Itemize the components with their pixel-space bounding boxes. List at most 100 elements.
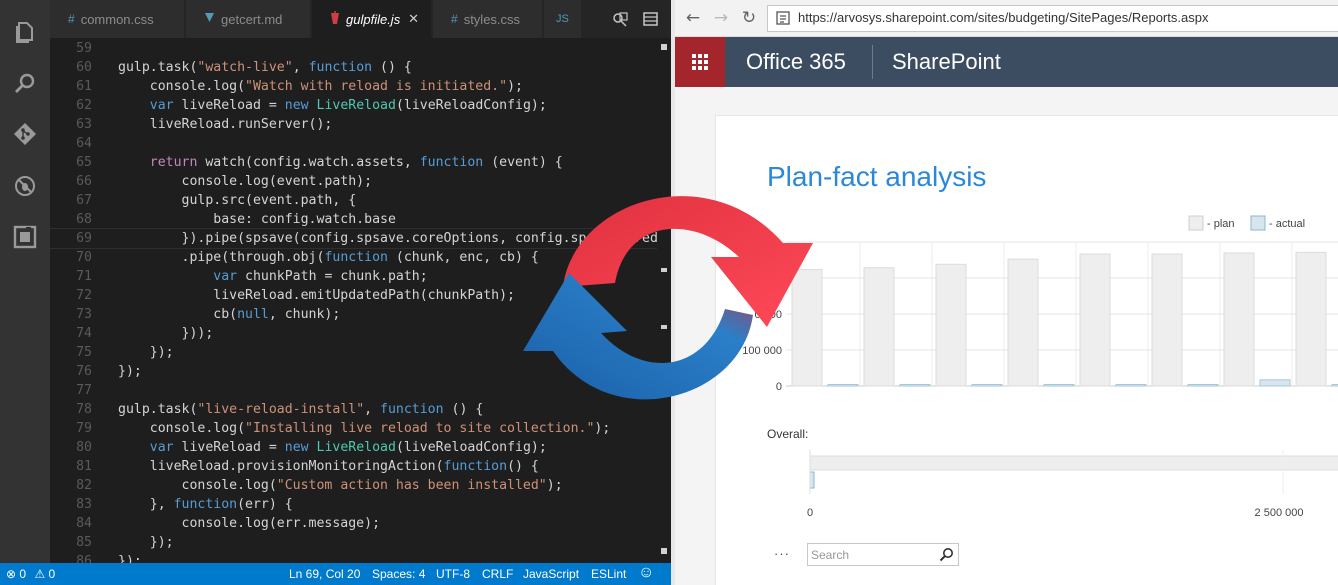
code-line[interactable]: 60 gulp.task("watch-live", function () { <box>50 58 662 77</box>
code-text: var liveReload = new LiveReload(liveRelo… <box>118 96 547 115</box>
js-file-icon: JS <box>556 13 569 25</box>
code-line[interactable]: 62 var liveReload = new LiveReload(liveR… <box>50 96 662 115</box>
code-text: })); <box>118 324 214 343</box>
code-line[interactable]: 64 <box>50 134 662 153</box>
line-number: 65 <box>76 155 92 170</box>
code-token: }); <box>118 554 142 563</box>
cursor-position[interactable]: Ln 69, Col 20 <box>289 567 360 581</box>
code-token: , chunk); <box>268 307 341 322</box>
error-icon: ⊗ <box>6 567 17 581</box>
overall-actual-bar <box>809 471 815 489</box>
address-bar[interactable]: https://arvosys.sharepoint.com/sites/bud… <box>767 5 1338 32</box>
plan-bar <box>1007 258 1039 387</box>
line-number: 73 <box>76 307 92 322</box>
search-icon[interactable] <box>939 547 954 562</box>
code-token: "Watch with reload is initiated." <box>245 79 508 94</box>
line-number: 86 <box>76 554 92 563</box>
code-text: console.log("Installing live reload to s… <box>118 419 611 438</box>
code-token: function <box>173 497 238 512</box>
code-token: gulp.task( <box>118 402 198 417</box>
legend-actual-label: - actual <box>1269 218 1305 230</box>
reload-icon[interactable]: ↻ <box>739 8 759 28</box>
tab-getcert-md[interactable]: getcert.md <box>186 0 311 38</box>
tab-styles-css[interactable]: # styles.css <box>433 0 543 38</box>
code-token: }); <box>118 345 174 360</box>
code-text: .pipe(through.obj(function (chunk, enc, … <box>118 248 539 267</box>
legend-actual-swatch <box>1250 215 1266 231</box>
tab-label: styles.css <box>463 11 521 27</box>
code-text: var liveReload = new LiveReload(liveRelo… <box>118 438 547 457</box>
feedback-smiley-icon[interactable]: ☺ <box>638 564 654 582</box>
code-text: }); <box>118 362 142 381</box>
code-line[interactable]: 85 }); <box>50 533 662 552</box>
code-text: console.log("Custom action has been inst… <box>118 476 563 495</box>
tab-gulpfile-js[interactable]: gulpfile.js ✕ <box>312 0 432 38</box>
sync-arrows-icon <box>523 196 813 400</box>
split-editor-icon[interactable] <box>643 12 658 26</box>
code-token: gulp.task( <box>118 60 198 75</box>
code-token: null <box>237 307 269 322</box>
plan-bar <box>1223 252 1255 387</box>
code-line[interactable]: 63 liveReload.runServer(); <box>50 115 662 134</box>
line-number: 75 <box>76 345 92 360</box>
code-line[interactable]: 61 console.log("Watch with reload is ini… <box>50 77 662 96</box>
code-text: base: config.watch.base <box>118 210 396 229</box>
forward-arrow-icon[interactable]: → <box>711 8 731 28</box>
language-mode[interactable]: JavaScript <box>523 567 579 581</box>
search-box <box>807 543 959 566</box>
line-ending[interactable]: CRLF <box>482 567 513 581</box>
line-number: 83 <box>76 497 92 512</box>
open-changes-icon[interactable] <box>612 12 628 28</box>
code-token: gulp.src(event.path, { <box>118 193 357 208</box>
search-input[interactable] <box>811 546 936 563</box>
app-launcher-button[interactable] <box>675 37 725 87</box>
editor-actions <box>581 0 671 38</box>
code-text: gulp.src(event.path, { <box>118 191 357 210</box>
indentation[interactable]: Spaces: 4 <box>372 567 425 581</box>
line-number: 80 <box>76 440 92 455</box>
line-number: 82 <box>76 478 92 493</box>
code-line[interactable]: 86}); <box>50 552 662 563</box>
tab-label: getcert.md <box>221 11 283 27</box>
actual-bar <box>1115 384 1147 387</box>
problems-indicator[interactable]: ⊗ 0 ⚠ 0 <box>6 567 55 581</box>
sharepoint-link[interactable]: SharePoint <box>892 49 1001 75</box>
code-token: chunkPath = chunk.path; <box>237 269 428 284</box>
code-line[interactable]: 80 var liveReload = new LiveReload(liveR… <box>50 438 662 457</box>
code-token: LiveReload <box>316 98 396 113</box>
line-number: 59 <box>76 41 92 56</box>
eslint-status[interactable]: ESLint <box>591 567 626 581</box>
code-text: liveReload.runServer(); <box>118 115 333 134</box>
line-number: 67 <box>76 193 92 208</box>
code-line[interactable]: 79 console.log("Installing live reload t… <box>50 419 662 438</box>
encoding[interactable]: UTF-8 <box>436 567 470 581</box>
more-options-icon[interactable]: ··· <box>774 546 790 561</box>
page-info-icon[interactable] <box>776 11 790 25</box>
actual-bar <box>899 384 931 387</box>
extensions-icon[interactable] <box>13 225 37 249</box>
code-line[interactable]: 84 console.log(err.message); <box>50 514 662 533</box>
debug-icon[interactable] <box>13 174 37 198</box>
code-line[interactable]: 59 <box>50 39 662 58</box>
back-arrow-icon[interactable]: ← <box>683 8 703 28</box>
code-line[interactable]: 82 console.log("Custom action has been i… <box>50 476 662 495</box>
code-token: "live-reload-install" <box>197 402 365 417</box>
code-token: var <box>213 269 238 284</box>
files-icon[interactable] <box>13 20 37 44</box>
search-icon[interactable] <box>13 72 37 96</box>
tab-js-file[interactable]: JS <box>544 0 584 38</box>
code-line[interactable]: 81 liveReload.provisionMonitoringAction(… <box>50 457 662 476</box>
code-token: liveReload.emitUpdatedPath(chunkPath); <box>118 288 515 303</box>
code-token: console.log( <box>118 421 246 436</box>
git-icon[interactable] <box>13 122 37 146</box>
line-number: 71 <box>76 269 92 284</box>
close-icon[interactable]: ✕ <box>408 11 419 27</box>
code-line[interactable]: 83 }, function(err) { <box>50 495 662 514</box>
code-token: liveReload = <box>173 440 285 455</box>
actual-bar <box>1259 379 1291 387</box>
tab-common-css[interactable]: # common.css <box>50 0 185 38</box>
office-365-link[interactable]: Office 365 <box>746 49 846 75</box>
